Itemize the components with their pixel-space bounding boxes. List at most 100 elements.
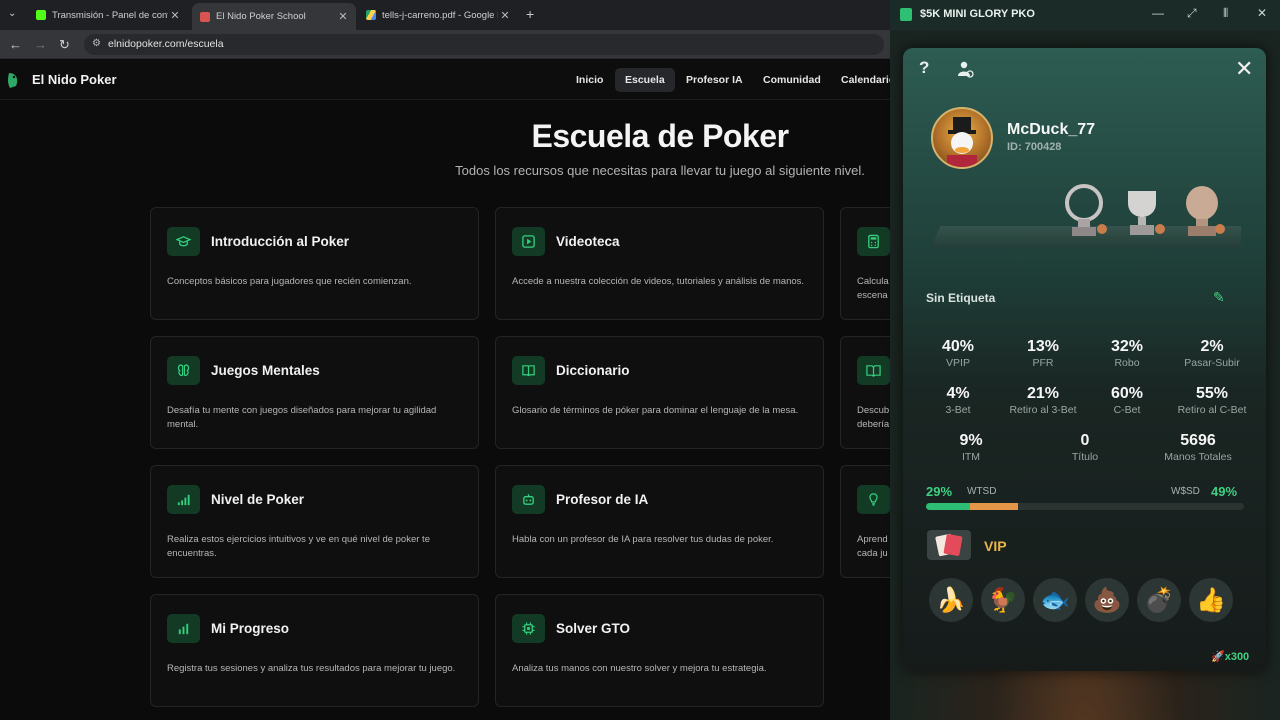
browser-tab-3[interactable]: tells-j-carreno.pdf - Google Drive ✕ bbox=[358, 4, 518, 26]
avatar[interactable] bbox=[931, 107, 993, 169]
poop-emote-icon[interactable]: 💩 bbox=[1085, 578, 1129, 622]
browser-tab-2[interactable]: El Nido Poker School ✕ bbox=[192, 3, 356, 30]
card-videoteca[interactable]: Videoteca Accede a nuestra colección de … bbox=[495, 207, 824, 320]
back-arrow-icon[interactable]: ← bbox=[9, 37, 22, 52]
stat-value: 2% bbox=[1200, 338, 1224, 355]
nav-profesor-ia[interactable]: Profesor IA bbox=[676, 68, 753, 92]
reload-icon[interactable]: ↻ bbox=[59, 37, 70, 53]
thumbs-up-emote-icon[interactable]: 👍 bbox=[1189, 578, 1233, 622]
banana-emote-icon[interactable]: 🍌 bbox=[929, 578, 973, 622]
nav-inicio[interactable]: Inicio bbox=[566, 68, 613, 92]
duck-avatar-icon bbox=[947, 117, 977, 167]
menu-bars-icon[interactable]: ⦀ bbox=[1223, 6, 1228, 21]
wtsd-value: 29% bbox=[926, 484, 953, 499]
client-window-title: $5K MINI GLORY PKO bbox=[920, 8, 1035, 20]
card-calculadora[interactable]: Calcula escena bbox=[840, 207, 890, 320]
fullscreen-icon[interactable]: ⤢ bbox=[1187, 6, 1197, 21]
stat-3bet: 4% 3-Bet bbox=[913, 385, 1003, 416]
stat-value: 13% bbox=[1026, 338, 1060, 355]
stat-label: Pasar-Subir bbox=[1184, 357, 1240, 369]
card-title: Introducción al Poker bbox=[211, 234, 350, 249]
card-description: Aprend cada ju bbox=[857, 534, 888, 559]
tab-list-chevron-icon[interactable]: ⌄ bbox=[8, 8, 16, 19]
chip-icon bbox=[512, 614, 545, 643]
url-text: elnidopoker.com/escuela bbox=[108, 38, 224, 50]
book-icon bbox=[512, 356, 545, 385]
stat-robo: 32% Robo bbox=[1082, 338, 1172, 369]
trophy-bronze-icon[interactable] bbox=[1178, 183, 1226, 241]
vip-label: VIP bbox=[984, 538, 1007, 554]
stat-label: C-Bet bbox=[1113, 404, 1141, 416]
bomb-emote-icon[interactable]: 💣 bbox=[1137, 578, 1181, 622]
stat-value: 32% bbox=[1110, 338, 1144, 355]
new-tab-icon[interactable]: + bbox=[526, 6, 534, 22]
rocket-icon: 🚀 bbox=[1211, 651, 1225, 663]
card-diccionario[interactable]: Diccionario Glosario de términos de póke… bbox=[495, 336, 824, 449]
stat-manos-totales: 5696 Manos Totales bbox=[1153, 432, 1243, 463]
stat-cbet: 60% C-Bet bbox=[1082, 385, 1172, 416]
card-solver-gto[interactable]: Solver GTO Analiza tus manos con nuestro… bbox=[495, 594, 824, 707]
card-mi-progreso[interactable]: Mi Progreso Registra tus sesiones y anal… bbox=[150, 594, 479, 707]
lightbulb-icon bbox=[857, 485, 890, 514]
card-title: Mi Progreso bbox=[211, 621, 290, 636]
card-partial-2[interactable]: Descub debería bbox=[840, 336, 890, 449]
stat-value: 55% bbox=[1195, 385, 1229, 402]
edit-pencil-icon[interactable]: ✎ bbox=[1213, 289, 1225, 306]
card-profesor-de-ia[interactable]: Profesor de IA Habla con un profesor de … bbox=[495, 465, 824, 578]
browser-tab-1[interactable]: Transmisión - Panel de control de ✕ bbox=[28, 4, 188, 26]
page-title: Escuela de Poker bbox=[531, 118, 789, 154]
google-drive-favicon-icon bbox=[366, 10, 376, 20]
stat-label: Manos Totales bbox=[1164, 451, 1232, 463]
card-juegos-mentales[interactable]: Juegos Mentales Desafía tu mente con jue… bbox=[150, 336, 479, 449]
throw-multiplier[interactable]: 🚀x300 bbox=[1211, 650, 1249, 663]
trophy-cup-icon[interactable] bbox=[1118, 183, 1166, 241]
page-subtitle: Todos los recursos que necesitas para ll… bbox=[455, 163, 865, 178]
fish-emote-icon[interactable]: 🐟 bbox=[1033, 578, 1077, 622]
card-description: Habla con un profesor de IA para resolve… bbox=[512, 534, 774, 545]
nav-comunidad[interactable]: Comunidad bbox=[753, 68, 831, 92]
card-description: Analiza tus manos con nuestro solver y m… bbox=[512, 663, 767, 674]
main-content: Escuela de Poker Todos los recursos que … bbox=[0, 100, 890, 720]
card-description: Conceptos básicos para jugadores que rec… bbox=[167, 276, 412, 287]
site-favicon-icon bbox=[200, 11, 210, 22]
stat-pfr: 13% PFR bbox=[998, 338, 1088, 369]
close-window-icon[interactable]: ✕ bbox=[1257, 6, 1267, 20]
stat-vpip: 40% VPIP bbox=[913, 338, 1003, 369]
site-brand[interactable]: El Nido Poker bbox=[32, 72, 117, 87]
trophy-silver-icon[interactable] bbox=[1060, 183, 1108, 241]
card-nivel-de-poker[interactable]: Nivel de Poker Realiza estos ejercicios … bbox=[150, 465, 479, 578]
graduation-cap-icon bbox=[167, 227, 200, 256]
card-partial-3[interactable]: Aprend cada ju bbox=[840, 465, 890, 578]
close-tab-icon[interactable]: ✕ bbox=[498, 9, 512, 22]
tab-title: Transmisión - Panel de control de bbox=[52, 9, 168, 21]
stat-label: VPIP bbox=[946, 357, 970, 369]
stat-label: ITM bbox=[961, 451, 981, 463]
stat-value: 9% bbox=[959, 432, 983, 449]
card-introduccion[interactable]: Introducción al Poker Conceptos básicos … bbox=[150, 207, 479, 320]
close-tab-icon[interactable]: ✕ bbox=[168, 9, 182, 22]
stat-value: 21% bbox=[1026, 385, 1060, 402]
site-header: El Nido Poker Inicio Escuela Profesor IA… bbox=[0, 60, 895, 100]
tab-title: El Nido Poker School bbox=[216, 11, 306, 22]
player-id: ID: 700428 bbox=[1007, 141, 1062, 153]
nav-escuela[interactable]: Escuela bbox=[615, 68, 675, 92]
close-panel-icon[interactable]: ✕ bbox=[1235, 56, 1253, 82]
wsd-value: 49% bbox=[1211, 484, 1238, 499]
bird-logo-icon[interactable] bbox=[6, 71, 20, 89]
player-notes-icon[interactable] bbox=[955, 59, 975, 79]
calculator-icon bbox=[857, 227, 890, 256]
minimize-icon[interactable]: — bbox=[1152, 6, 1164, 20]
stat-label: Retiro al 3-Bet bbox=[1009, 404, 1077, 416]
wtsd-fill bbox=[926, 503, 971, 510]
forward-arrow-icon[interactable]: → bbox=[34, 37, 47, 52]
rooster-emote-icon[interactable]: 🐓 bbox=[981, 578, 1025, 622]
open-book-icon bbox=[857, 356, 890, 385]
stat-label: PFR bbox=[1032, 357, 1054, 369]
help-icon[interactable]: ? bbox=[919, 58, 929, 78]
close-tab-icon[interactable]: ✕ bbox=[336, 10, 350, 23]
site-info-icon[interactable]: ⚙ bbox=[92, 38, 101, 49]
address-bar[interactable]: ⚙ elnidopoker.com/escuela bbox=[84, 34, 884, 55]
card-title: Profesor de IA bbox=[556, 492, 649, 507]
player-tag: Sin Etiqueta bbox=[926, 291, 996, 305]
tab-title: tells-j-carreno.pdf - Google Drive bbox=[382, 9, 498, 21]
